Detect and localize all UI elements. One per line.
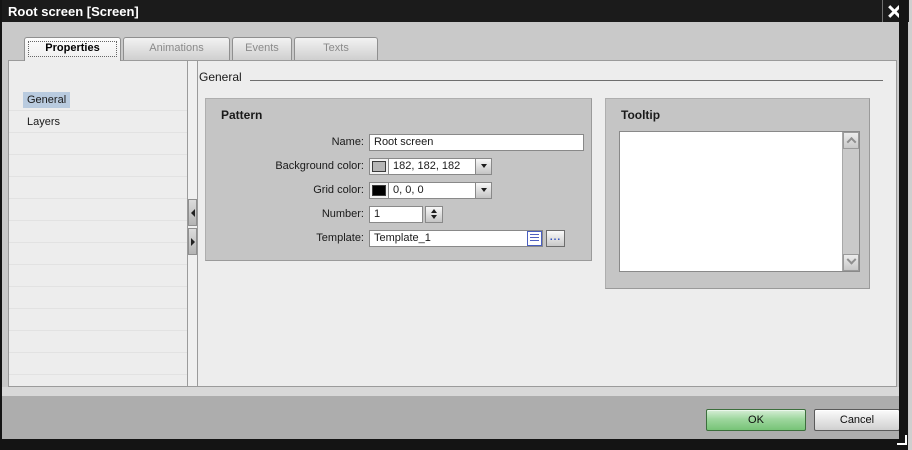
tab-animations[interactable]: Animations (123, 37, 230, 60)
tooltip-group-title: Tooltip (621, 108, 661, 122)
background-color-dropdown-button[interactable] (475, 157, 492, 175)
window-border-left (0, 0, 2, 450)
section-rule (249, 70, 883, 81)
sidebar-empty-row (9, 221, 187, 243)
grid-color-swatch-button[interactable] (369, 181, 389, 199)
section-title: General (199, 70, 242, 84)
background-color-swatch (372, 160, 386, 172)
sidebar-empty-row (9, 287, 187, 309)
tooltip-group: Tooltip (605, 98, 870, 289)
cancel-button[interactable]: Cancel (814, 409, 900, 431)
sidebar-empty-row (9, 331, 187, 353)
scroll-down-icon (846, 254, 856, 265)
spinner-down-icon (431, 215, 437, 219)
scroll-down-button[interactable] (843, 254, 859, 271)
collapse-left-icon (190, 208, 195, 217)
background-color-swatch-button[interactable] (369, 157, 389, 175)
sidebar-item-label: General (23, 91, 71, 108)
resize-grip-icon[interactable] (897, 435, 907, 445)
tab-texts[interactable]: Texts (294, 37, 378, 60)
sidebar-empty-row (9, 353, 187, 375)
grid-color-swatch (372, 184, 386, 196)
object-list-icon (530, 233, 539, 243)
footer-strip (2, 387, 899, 396)
template-input[interactable] (369, 229, 543, 247)
collapse-right-icon (190, 237, 195, 246)
collapse-left-button[interactable] (188, 199, 197, 226)
tab-properties[interactable]: Properties (24, 37, 121, 61)
sidebar-item-layers[interactable]: Layers (9, 111, 187, 133)
background-color-row: Background color: 182, 182, 182 (214, 157, 492, 175)
sidebar-empty-row (9, 243, 187, 265)
object-list-button[interactable] (527, 230, 542, 246)
name-label: Name: (331, 136, 364, 148)
sidebar-splitter[interactable] (187, 61, 198, 386)
sidebar-empty-row (9, 155, 187, 177)
grid-color-value[interactable]: 0, 0, 0 (389, 181, 475, 199)
tooltip-scrollbar[interactable] (842, 132, 859, 271)
collapse-right-button[interactable] (188, 228, 197, 255)
sidebar-empty-row (9, 199, 187, 221)
tab-bar: Properties Animations Events Texts (24, 37, 378, 61)
spinner-up-icon (431, 209, 437, 213)
pattern-group: Pattern Name: Background color: 182, 182… (205, 98, 592, 261)
sidebar-empty-row (9, 133, 187, 155)
dropdown-arrow-icon (480, 188, 487, 192)
sidebar-empty-row (9, 265, 187, 287)
tab-events[interactable]: Events (232, 37, 292, 60)
number-input[interactable] (369, 205, 423, 223)
grid-color-label: Grid color: (313, 184, 364, 196)
name-row: Name: (214, 133, 584, 151)
template-label: Template: (316, 232, 364, 244)
template-row: Template: ... (214, 229, 565, 247)
section-header: General (199, 70, 883, 84)
tooltip-field (619, 131, 860, 272)
tooltip-textarea[interactable] (620, 132, 842, 271)
sidebar-item-general[interactable]: General (9, 89, 187, 111)
browse-button[interactable]: ... (546, 229, 565, 247)
ok-button[interactable]: OK (706, 409, 806, 431)
grid-color-row: Grid color: 0, 0, 0 (214, 181, 492, 199)
window-border-right (899, 0, 908, 450)
scroll-up-icon (846, 136, 856, 147)
sidebar: General Layers (9, 61, 187, 386)
background-color-value[interactable]: 182, 182, 182 (389, 157, 475, 175)
dropdown-arrow-icon (480, 164, 487, 168)
number-label: Number: (321, 208, 364, 220)
grid-color-dropdown-button[interactable] (475, 181, 492, 199)
sidebar-empty-row (9, 177, 187, 199)
sidebar-empty-row (9, 309, 187, 331)
button-bar: OK Cancel (2, 396, 900, 439)
number-row: Number: (214, 205, 443, 223)
pattern-group-title: Pattern (221, 108, 263, 122)
name-input[interactable] (369, 133, 584, 151)
dialog-window: Root screen [Screen] Properties Animatio… (0, 0, 912, 450)
window-title: Root screen [Screen] (8, 3, 139, 19)
template-field (369, 229, 543, 247)
scroll-up-button[interactable] (843, 132, 859, 149)
sidebar-item-label: Layers (27, 115, 61, 128)
number-spinner[interactable] (425, 205, 443, 223)
window-border-bottom (0, 439, 908, 450)
titlebar[interactable]: Root screen [Screen] (0, 0, 909, 22)
background-color-label: Background color: (275, 160, 364, 172)
